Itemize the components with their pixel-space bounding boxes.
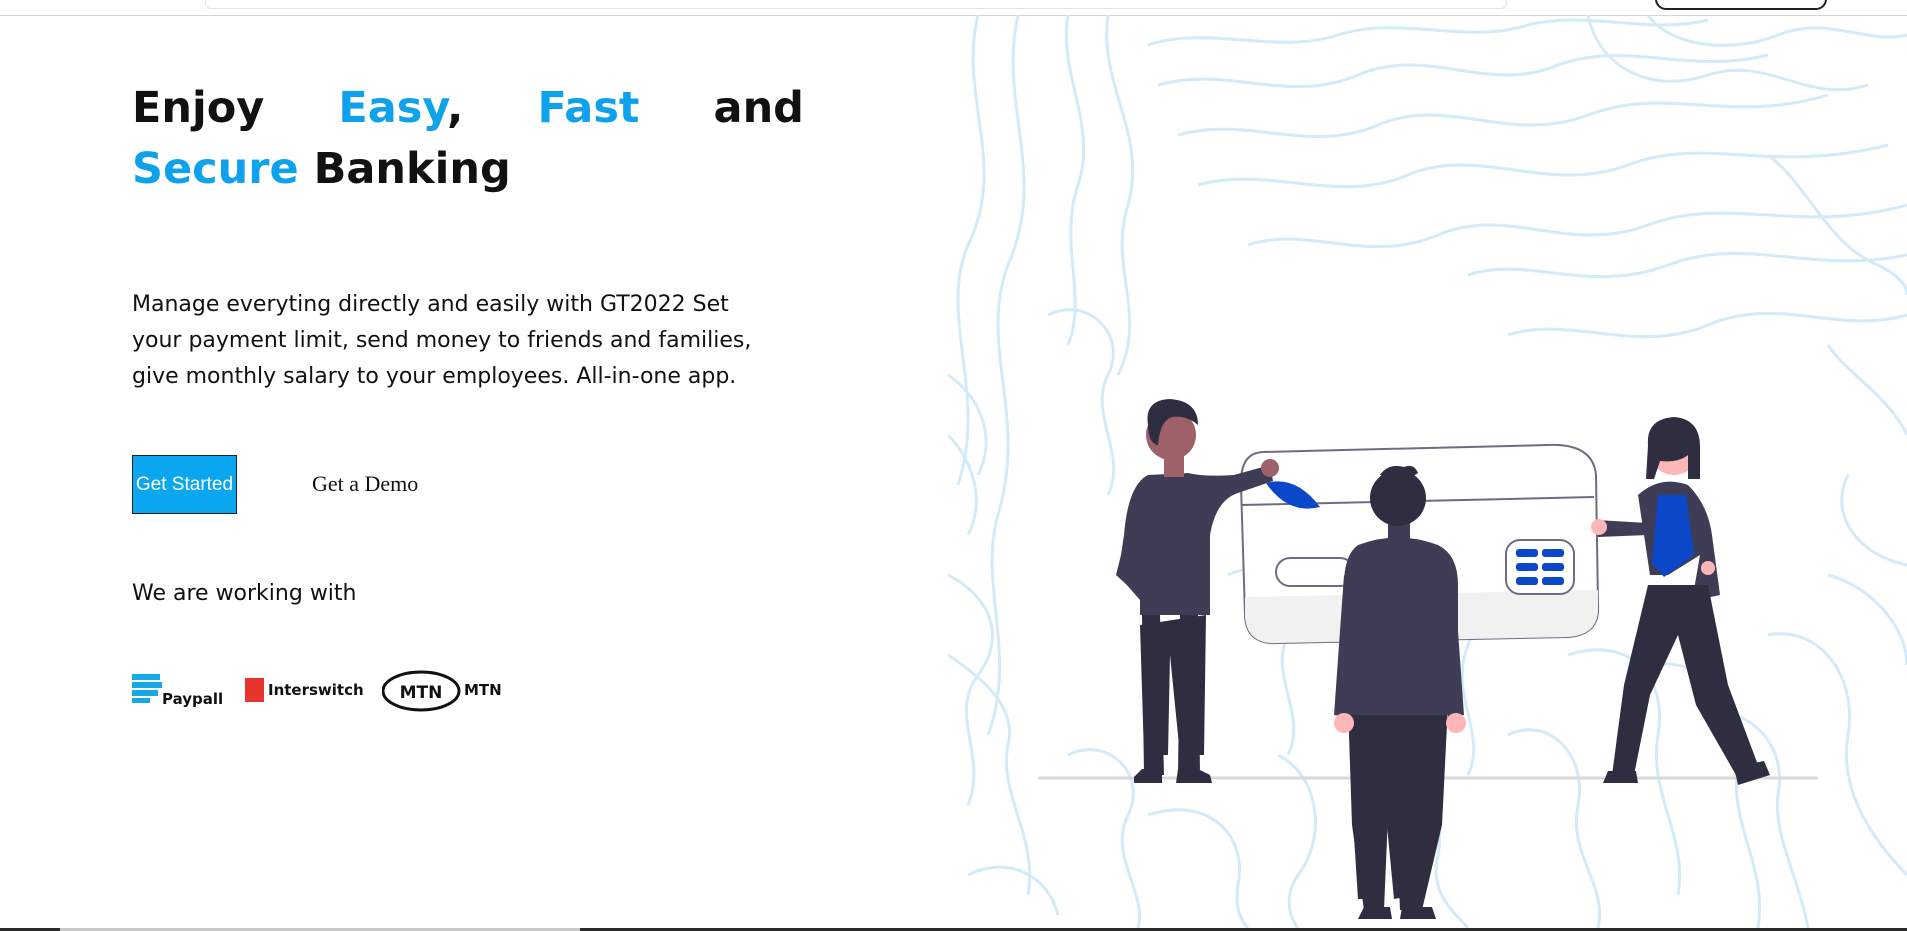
team-credit-card-illustration: [948, 15, 1907, 928]
hero-description: Manage everyting directly and easily wit…: [132, 292, 752, 389]
mtn-logo-text: MTN: [400, 683, 443, 703]
red-square-icon: [245, 678, 264, 702]
hero-title: Enjoy Easy, Fast and Secure Banking: [132, 78, 804, 200]
top-right-button[interactable]: [1655, 0, 1827, 10]
hero-title-word-fast: Fast: [537, 83, 640, 133]
hero-title-word-and: and: [713, 83, 804, 133]
hero-title-word-easy: Easy: [338, 83, 448, 133]
person-right: [1591, 417, 1770, 785]
hero-title-word-banking: Banking: [313, 144, 511, 194]
mtn-oval-logo: MTN: [382, 670, 461, 712]
get-started-button[interactable]: Get Started: [132, 455, 237, 514]
partner-label-paypall: Paypall: [162, 690, 224, 708]
partner-mtn: MTN MTN: [382, 670, 512, 720]
hero-title-word-secure: Secure: [132, 144, 299, 194]
hero-title-word-enjoy: Enjoy: [132, 83, 265, 133]
browser-top-bar: [0, 0, 1907, 16]
partner-label-interswitch: Interswitch: [268, 681, 364, 699]
hero-title-comma: ,: [447, 83, 464, 133]
illustration-svg: [948, 15, 1907, 928]
partner-paypall: Paypall: [132, 670, 227, 720]
partners-heading: We are working with: [132, 581, 357, 606]
partner-label-mtn: MTN: [464, 681, 502, 699]
address-bar[interactable]: [205, 0, 1507, 9]
partner-interswitch: Interswitch: [245, 670, 364, 720]
stacked-bars-icon: [132, 674, 162, 703]
get-demo-button[interactable]: Get a Demo: [312, 468, 418, 500]
